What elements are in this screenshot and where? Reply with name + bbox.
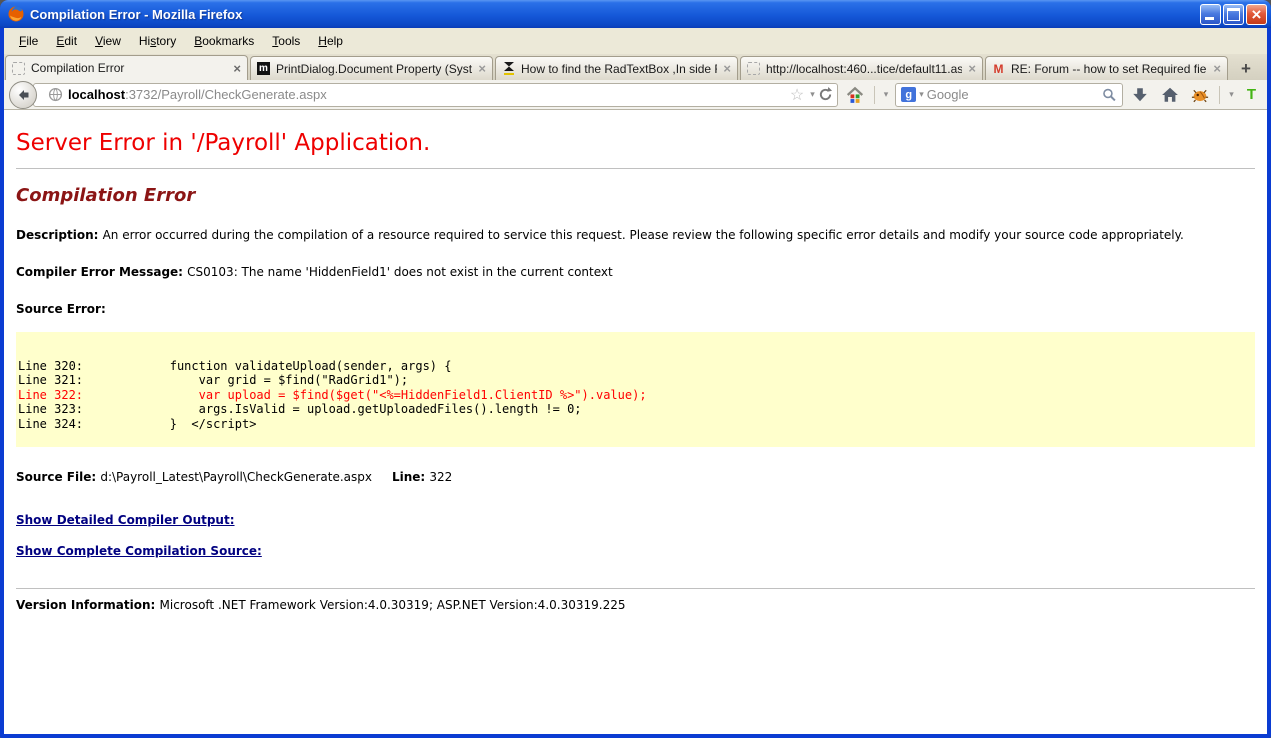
tab-gmail-forum[interactable]: M RE: Forum -- how to set Required field… [985, 56, 1228, 80]
tab-radtextbox[interactable]: How to find the RadTextBox ,In side Ra..… [495, 56, 738, 80]
placeholder-favicon [747, 62, 760, 75]
search-icon[interactable] [1101, 87, 1117, 103]
gmail-favicon: M [993, 61, 1004, 76]
tab-title: PrintDialog.Document Property (System...… [276, 61, 473, 76]
divider [16, 168, 1255, 169]
url-path: :3732/Payroll/CheckGenerate.aspx [125, 87, 327, 102]
search-box[interactable]: g ▾ [895, 82, 1124, 107]
menu-view[interactable]: View [86, 30, 130, 52]
show-detailed-compiler-output-link[interactable]: Show Detailed Compiler Output: [16, 513, 235, 527]
show-complete-compilation-source-link[interactable]: Show Complete Compilation Source: [16, 544, 262, 558]
tab-title: How to find the RadTextBox ,In side Ra..… [521, 61, 717, 76]
browser-window: Compilation Error - Mozilla Firefox File… [0, 0, 1271, 738]
version-text: Microsoft .NET Framework Version:4.0.303… [159, 598, 626, 613]
menu-help[interactable]: Help [309, 30, 352, 52]
speeddial-house-icon [846, 86, 863, 103]
version-line: Version Information: Microsoft .NET Fram… [16, 598, 1255, 612]
description-line: Description: An error occurred during th… [16, 227, 1255, 243]
compiler-error-label: Compiler Error Message: [16, 265, 188, 280]
tab-printdialog[interactable]: m PrintDialog.Document Property (System.… [250, 56, 493, 80]
code-line-324: Line 324: } </script> [18, 416, 257, 431]
tab-close-icon[interactable]: × [472, 61, 486, 76]
menu-file[interactable]: File [10, 30, 47, 52]
tab-close-icon[interactable]: × [227, 61, 241, 76]
error-subtitle: Compilation Error [16, 185, 196, 206]
code-line-323: Line 323: args.IsValid = upload.getUploa… [18, 402, 582, 417]
new-tab-button[interactable]: + [1233, 58, 1259, 80]
menu-bookmarks[interactable]: Bookmarks [185, 30, 263, 52]
t-extension-icon[interactable]: T [1241, 86, 1262, 103]
search-input[interactable] [926, 87, 1102, 102]
version-label: Version Information: [16, 598, 160, 613]
line-number-label: Line: [391, 470, 430, 485]
code-line-322-error: Line 322: var upload = $find($get("<%=Hi… [18, 387, 647, 402]
menu-tools[interactable]: Tools [263, 30, 309, 52]
tab-close-icon[interactable]: × [1207, 61, 1221, 76]
tab-title: RE: Forum -- how to set Required field v… [1011, 61, 1207, 76]
firefox-logo-icon [8, 6, 24, 22]
minimize-button[interactable] [1200, 3, 1221, 25]
speeddial-dropdown-icon[interactable]: ▾ [881, 89, 892, 100]
search-engine-dropdown-icon[interactable]: ▾ [916, 89, 927, 100]
navigation-bar: localhost:3732/Payroll/CheckGenerate.asp… [4, 80, 1267, 110]
tab-title: Compilation Error [31, 61, 125, 75]
source-file-label: Source File: [16, 470, 101, 485]
placeholder-favicon [12, 61, 25, 75]
source-file-value: d:\Payroll_Latest\Payroll\CheckGenerate.… [100, 470, 372, 485]
line-number-value: 322 [429, 470, 453, 485]
back-button[interactable] [9, 80, 37, 109]
title-bar[interactable]: Compilation Error - Mozilla Firefox [0, 0, 1271, 28]
maximize-button[interactable] [1223, 3, 1244, 25]
compiler-error-line: Compiler Error Message: CS0103: The name… [16, 264, 1255, 280]
telerik-favicon [502, 61, 515, 75]
tab-strip: Compilation Error × m PrintDialog.Docume… [4, 54, 1267, 80]
msdn-favicon: m [257, 62, 270, 75]
google-logo-icon: g [901, 87, 917, 102]
speeddial-button[interactable] [842, 82, 868, 108]
bookmark-star-icon[interactable]: ☆ [787, 85, 807, 105]
tab-title: http://localhost:460...tice/default11.as… [766, 61, 963, 76]
reload-icon[interactable] [818, 87, 833, 102]
description-label: Description: [16, 228, 103, 242]
tab-localhost-default11[interactable]: http://localhost:460...tice/default11.as… [740, 56, 983, 80]
menu-history[interactable]: History [130, 30, 185, 52]
menu-edit[interactable]: Edit [47, 30, 86, 52]
source-error-label: Source Error: [16, 302, 106, 317]
source-error-line: Source Error: [16, 301, 1255, 317]
code-line-320: Line 320: function validateUpload(sender… [18, 358, 452, 373]
page-content: Server Error in '/Payroll' Application. … [4, 110, 1267, 734]
url-bar[interactable]: localhost:3732/Payroll/CheckGenerate.asp… [33, 82, 838, 107]
downloads-button[interactable] [1127, 82, 1153, 108]
firebug-icon [1192, 89, 1209, 102]
source-error-code-box: Line 320: function validateUpload(sender… [16, 331, 1255, 448]
download-arrow-icon [1133, 87, 1148, 101]
home-button[interactable] [1157, 82, 1183, 108]
tab-close-icon[interactable]: × [962, 61, 976, 76]
close-button[interactable] [1246, 3, 1267, 25]
code-line-321: Line 321: var grid = $find("RadGrid1"); [18, 373, 409, 388]
firebug-dropdown-icon[interactable]: ▾ [1226, 89, 1237, 100]
description-text: An error occurred during the compilation… [102, 228, 1184, 242]
divider [16, 588, 1255, 590]
home-icon [1162, 87, 1179, 102]
source-file-line: Source File: d:\Payroll_Latest\Payroll\C… [16, 470, 1255, 484]
menu-bar: File Edit View History Bookmarks Tools H… [4, 28, 1267, 54]
firebug-button[interactable] [1187, 82, 1213, 108]
url-host: localhost [68, 87, 126, 102]
compiler-error-text: CS0103: The name 'HiddenField1' does not… [187, 265, 613, 280]
back-arrow-icon [19, 89, 29, 100]
url-dropdown-icon[interactable]: ▾ [807, 89, 818, 100]
page-title: Server Error in '/Payroll' Application. [16, 130, 431, 156]
tab-close-icon[interactable]: × [717, 61, 731, 76]
window-title: Compilation Error - Mozilla Firefox [30, 6, 243, 22]
globe-icon [48, 87, 63, 102]
tab-compilation-error[interactable]: Compilation Error × [5, 55, 248, 80]
